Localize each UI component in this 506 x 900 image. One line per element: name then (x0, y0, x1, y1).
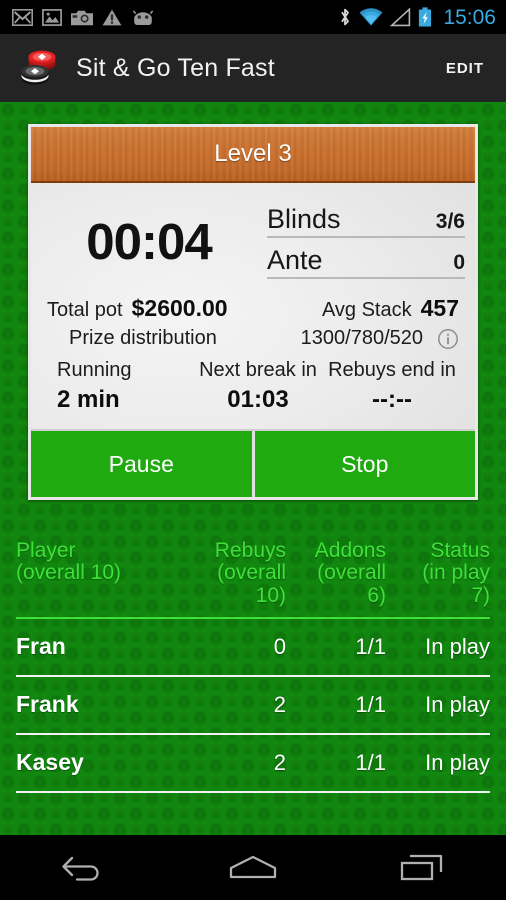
next-break-value: 01:03 (227, 386, 289, 413)
blinds-label: Blinds (267, 203, 341, 234)
recents-icon (400, 854, 442, 880)
avg-stack-label: Avg Stack (321, 299, 412, 321)
rebuys-end-column: Rebuys end in --:-- (325, 359, 459, 414)
cell-status: In play (425, 633, 490, 659)
countdown-timer[interactable]: 00:04 (31, 216, 267, 267)
cell-addons: 1/1 (355, 749, 386, 775)
ante-row: Ante 0 (267, 245, 465, 279)
prize-distribution-label: Prize distribution (69, 327, 217, 349)
phone-screen: 15:06 Sit & Go Ten Fast EDIT Level 3 00:… (0, 0, 506, 900)
column-header-addons-line2: (overall (317, 561, 386, 585)
cell-addons: 1/1 (355, 691, 386, 717)
cell-rebuys: 2 (273, 749, 286, 775)
felt-background: Level 3 00:04 Blinds 3/6 Ante 0 Total po… (0, 102, 506, 835)
players-table: Player (overall 10) Rebuys (overall 10) … (0, 532, 506, 793)
avg-stack-value: 457 (420, 295, 459, 321)
column-header-addons-line1: Addons (314, 539, 386, 562)
blinds-value: 3/6 (435, 209, 465, 233)
column-header-player-line1: Player (16, 539, 76, 562)
cell-status: In play (425, 691, 490, 717)
column-header-rebuys-line3: 10) (255, 583, 286, 607)
ante-label: Ante (267, 244, 323, 275)
back-icon (62, 856, 99, 881)
page-title: Sit & Go Ten Fast (76, 53, 275, 82)
total-pot-label: Total pot (47, 299, 123, 321)
column-header-addons: Addons (overall 6) (286, 539, 386, 607)
cell-player: Kasey (16, 749, 84, 776)
running-label: Running (57, 359, 132, 381)
stop-button[interactable]: Stop (251, 431, 475, 497)
gmail-icon (12, 8, 33, 26)
prize-distribution-value: 1300/780/520 (300, 327, 423, 349)
pot-and-stack-row: Total pot $2600.00 Avg Stack 457 (47, 295, 459, 322)
recents-button[interactable] (367, 844, 477, 892)
warning-icon (102, 9, 122, 25)
cell-rebuys: 2 (273, 691, 286, 717)
level-header: Level 3 (31, 127, 475, 183)
next-break-label: Next break in (199, 359, 317, 381)
running-column: Running 2 min (47, 359, 191, 414)
info-icon[interactable] (437, 328, 459, 350)
column-header-player-line2: (overall 10) (16, 561, 122, 585)
table-header-row: Player (overall 10) Rebuys (overall 10) … (16, 532, 490, 611)
status-bar-system-icons: 15:06 (338, 7, 496, 28)
column-header-status: Status (in play 7) (386, 539, 490, 607)
table-row[interactable]: Kasey 2 1/1 In play (16, 735, 490, 791)
action-bar: Sit & Go Ten Fast EDIT (0, 34, 506, 102)
bluetooth-icon (341, 8, 350, 26)
back-button[interactable] (29, 844, 139, 892)
row-divider (16, 790, 490, 793)
rebuys-end-value: --:-- (372, 386, 412, 413)
status-bar-clock: 15:06 (443, 5, 496, 29)
signal-icon (390, 7, 411, 26)
cell-player: Frank (16, 691, 79, 718)
home-icon (229, 855, 277, 878)
prize-distribution-row: Prize distribution 1300/780/520 (47, 327, 459, 350)
column-header-status-line2: (in play (422, 561, 490, 585)
cell-player: Fran (16, 633, 66, 660)
blinds-row: Blinds 3/6 (267, 204, 465, 238)
status-bar-notifications (12, 8, 155, 26)
cell-addons: 1/1 (355, 633, 386, 659)
cell-rebuys: 0 (273, 633, 286, 659)
column-header-rebuys-line1: Rebuys (214, 539, 286, 562)
total-pot-value: $2600.00 (131, 295, 228, 321)
timer-and-blinds-row: 00:04 Blinds 3/6 Ante 0 (31, 183, 475, 289)
level-label: Level 3 (214, 140, 292, 167)
android-icon (132, 9, 154, 25)
timers-row: Running 2 min Next break in 01:03 Rebuys… (47, 359, 459, 414)
rebuys-end-label: Rebuys end in (328, 359, 456, 381)
timer-card-body: 00:04 Blinds 3/6 Ante 0 Total pot $2600.… (31, 183, 475, 497)
status-bar: 15:06 (0, 0, 506, 34)
column-header-status-line1: Status (430, 539, 490, 562)
home-button[interactable] (198, 844, 308, 892)
column-header-addons-line3: 6) (367, 583, 386, 607)
navigation-bar (0, 835, 506, 900)
battery-charging-icon (419, 7, 432, 27)
gallery-icon (42, 8, 62, 26)
table-row[interactable]: Frank 2 1/1 In play (16, 677, 490, 733)
card-action-buttons: Pause Stop (31, 429, 475, 497)
next-break-column: Next break in 01:03 (191, 359, 325, 414)
column-header-player: Player (overall 10) (16, 539, 186, 607)
camera-icon (71, 10, 93, 25)
table-row[interactable]: Fran 0 1/1 In play (16, 619, 490, 675)
column-header-rebuys-line2: (overall (217, 561, 286, 585)
column-header-rebuys: Rebuys (overall 10) (186, 539, 286, 607)
ante-value: 0 (453, 250, 465, 274)
running-value: 2 min (57, 386, 120, 413)
cell-status: In play (425, 749, 490, 775)
wifi-icon (360, 7, 383, 26)
poker-chips-icon (16, 45, 62, 91)
pause-button[interactable]: Pause (31, 431, 252, 497)
edit-button[interactable]: EDIT (446, 60, 484, 77)
timer-card: Level 3 00:04 Blinds 3/6 Ante 0 Total po… (28, 124, 478, 500)
stats-block: Total pot $2600.00 Avg Stack 457 Prize d… (31, 295, 475, 414)
column-header-status-line3: 7) (471, 583, 490, 607)
blinds-block: Blinds 3/6 Ante 0 (267, 204, 473, 279)
